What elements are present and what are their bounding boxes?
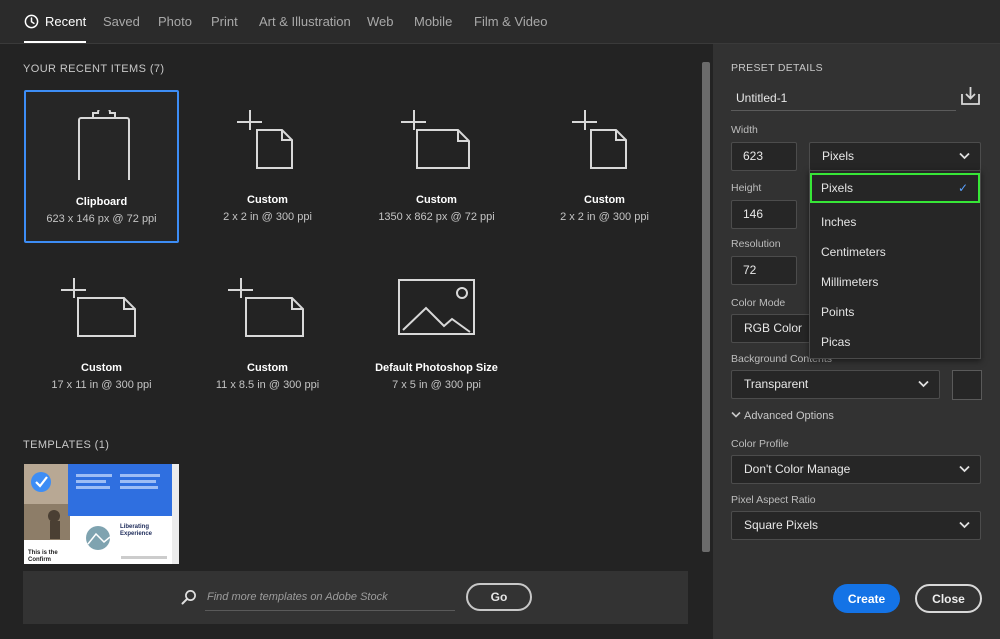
template-preview-image — [24, 464, 179, 564]
custom-document-icon — [61, 278, 136, 337]
height-input[interactable]: 146 — [731, 200, 797, 229]
recent-item-name: Default Photoshop Size — [375, 362, 498, 374]
recent-item-default-photoshop-size[interactable]: Default Photoshop Size 7 x 5 in @ 300 pp… — [359, 258, 514, 411]
recent-item-meta: 7 x 5 in @ 300 ppi — [392, 379, 481, 391]
recent-item-meta: 1350 x 862 px @ 72 ppi — [378, 211, 495, 223]
save-preset-icon[interactable] — [960, 86, 981, 106]
templates-title: TEMPLATES — [23, 439, 92, 451]
tab-mobile[interactable]: Mobile — [414, 0, 452, 43]
unit-option-inches[interactable]: Inches — [810, 207, 980, 237]
pixel-aspect-ratio-value: Square Pixels — [744, 518, 819, 532]
color-mode-value: RGB Color — [744, 321, 803, 335]
recent-item-name: Custom — [81, 362, 122, 374]
width-input[interactable]: 623 — [731, 142, 797, 171]
chevron-down-icon — [959, 152, 970, 160]
preset-details-title: PRESET DETAILS — [731, 62, 823, 74]
color-profile-label: Color Profile — [731, 438, 789, 450]
width-unit-value: Pixels — [822, 149, 855, 163]
recent-item-meta: 2 x 2 in @ 300 ppi — [560, 211, 649, 223]
recent-item-custom-2[interactable]: Custom 1350 x 862 px @ 72 ppi — [359, 90, 514, 243]
pixel-aspect-ratio-label: Pixel Aspect Ratio — [731, 494, 816, 506]
category-tab-bar: Recent Saved Photo Print Art & Illustrat… — [0, 0, 1000, 44]
custom-document-icon — [237, 110, 293, 169]
checkmark-icon: ✓ — [957, 181, 968, 195]
recent-item-clipboard[interactable]: Clipboard 623 x 146 px @ 72 ppi — [24, 90, 179, 243]
chevron-down-icon — [918, 380, 929, 388]
templates-count: (1) — [94, 439, 110, 451]
recent-item-meta: 623 x 146 px @ 72 ppi — [46, 213, 157, 225]
chevron-down-icon — [959, 521, 970, 529]
template-thumb-headline: Liberating Experience — [120, 524, 153, 537]
tab-recent-label: Recent — [45, 14, 87, 29]
width-label: Width — [731, 124, 758, 136]
custom-document-icon — [228, 278, 304, 337]
chevron-down-icon — [731, 411, 741, 418]
recent-item-name: Clipboard — [75, 196, 128, 208]
recent-item-custom-3[interactable]: Custom 2 x 2 in @ 300 ppi — [527, 90, 682, 243]
unit-option-millimeters[interactable]: Millimeters — [810, 267, 980, 297]
presets-scrollbar[interactable] — [700, 48, 712, 568]
recent-items-title: YOUR RECENT ITEMS — [23, 63, 147, 75]
tab-print[interactable]: Print — [211, 0, 238, 43]
recent-item-name: Custom — [416, 194, 457, 206]
custom-document-icon — [401, 110, 470, 169]
clipboard-icon — [78, 110, 130, 180]
recent-item-custom-4[interactable]: Custom 17 x 11 in @ 300 ppi — [24, 258, 179, 411]
recent-item-meta: 2 x 2 in @ 300 ppi — [223, 211, 312, 223]
color-profile-select[interactable]: Don't Color Manage — [731, 455, 981, 484]
unit-option-pixels[interactable]: Pixels ✓ — [810, 173, 980, 203]
width-unit-select[interactable]: Pixels — [809, 142, 981, 171]
tab-art-illustration[interactable]: Art & Illustration — [259, 0, 351, 43]
template-thumb-caption: This is the Confirm — [28, 550, 58, 563]
tab-film-video[interactable]: Film & Video — [474, 0, 547, 43]
color-profile-value: Don't Color Manage — [744, 462, 851, 476]
background-contents-value: Transparent — [744, 377, 809, 391]
chevron-down-icon — [959, 465, 970, 473]
templates-heading: TEMPLATES (1) — [23, 439, 109, 451]
image-icon — [398, 279, 475, 335]
height-label: Height — [731, 182, 762, 194]
recent-items-heading: YOUR RECENT ITEMS (7) — [23, 63, 164, 75]
presets-panel: YOUR RECENT ITEMS (7) Clipboard 623 x 14… — [0, 44, 713, 639]
unit-option-label: Pixels — [821, 181, 854, 195]
unit-option-picas[interactable]: Picas — [810, 327, 980, 357]
color-mode-label: Color Mode — [731, 297, 786, 309]
template-thumbnail[interactable]: Liberating Experience This is the Confir… — [24, 464, 179, 564]
background-contents-select[interactable]: Transparent — [731, 370, 940, 399]
search-icon — [181, 590, 196, 605]
unit-option-centimeters[interactable]: Centimeters — [810, 237, 980, 267]
tab-saved[interactable]: Saved — [103, 0, 140, 43]
unit-dropdown-menu: Pixels ✓ Inches Centimeters Millimeters … — [809, 170, 981, 359]
unit-option-points[interactable]: Points — [810, 297, 980, 327]
background-color-swatch[interactable] — [952, 370, 982, 400]
recent-item-name: Custom — [584, 194, 625, 206]
recent-item-custom-1[interactable]: Custom 2 x 2 in @ 300 ppi — [190, 90, 345, 243]
recent-item-meta: 11 x 8.5 in @ 300 ppi — [215, 379, 320, 391]
tab-photo[interactable]: Photo — [158, 0, 192, 43]
recent-item-meta: 17 x 11 in @ 300 ppi — [51, 379, 152, 391]
document-name-field[interactable]: Untitled-1 — [731, 85, 956, 111]
clock-icon — [24, 14, 39, 28]
resolution-label: Resolution — [731, 238, 781, 250]
recent-items-count: (7) — [149, 63, 165, 75]
advanced-options-toggle[interactable]: Advanced Options — [731, 410, 834, 422]
recent-item-name: Custom — [247, 194, 288, 206]
scrollbar-thumb[interactable] — [702, 62, 710, 552]
recent-item-name: Custom — [247, 362, 288, 374]
custom-document-icon — [572, 110, 627, 169]
recent-item-custom-5[interactable]: Custom 11 x 8.5 in @ 300 ppi — [190, 258, 345, 411]
stock-search-input[interactable] — [205, 583, 455, 611]
resolution-input[interactable]: 72 — [731, 256, 797, 285]
tab-web[interactable]: Web — [367, 0, 394, 43]
create-button[interactable]: Create — [833, 584, 900, 613]
go-button[interactable]: Go — [466, 583, 532, 611]
close-button[interactable]: Close — [915, 584, 982, 613]
advanced-options-label: Advanced Options — [744, 410, 834, 422]
stock-search-bar: Go — [23, 571, 688, 624]
pixel-aspect-ratio-select[interactable]: Square Pixels — [731, 511, 981, 540]
tab-recent[interactable]: Recent — [24, 0, 87, 43]
